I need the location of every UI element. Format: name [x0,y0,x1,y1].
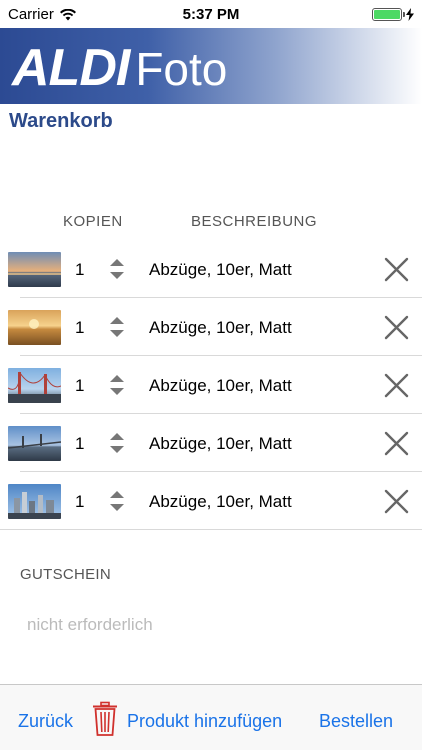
cart-row: 1 Abzüge, 10er, Matt [8,414,422,472]
item-description: Abzüge, 10er, Matt [149,318,292,337]
quantity-stepper-icon[interactable] [108,257,126,281]
photo-thumbnail-bay-bridge[interactable] [8,426,61,461]
photo-thumbnail-city-skyline[interactable] [8,484,61,519]
cart-row: 1 Abzüge, 10er, Matt [8,298,422,356]
aldi-foto-logo: ALDI Foto [12,38,227,98]
item-description: Abzüge, 10er, Matt [149,260,292,279]
remove-item-icon[interactable] [383,372,410,399]
status-bar: Carrier 5:37 PM [0,0,422,28]
item-description: Abzüge, 10er, Matt [149,434,292,453]
battery-indicator [372,8,414,21]
photo-thumbnail-sunset[interactable] [8,252,61,287]
page-title: Warenkorb [9,110,113,132]
quantity-stepper-icon[interactable] [108,431,126,455]
remove-item-icon[interactable] [383,488,410,515]
logo-product: Foto [135,43,228,95]
charging-bolt-icon [406,8,414,21]
cart-row: 1 Abzüge, 10er, Matt [0,472,422,530]
cart-list: 1 Abzüge, 10er, Matt 1 Abzüge, 10er, Mat… [0,240,422,530]
item-description: Abzüge, 10er, Matt [149,376,292,395]
remove-item-icon[interactable] [383,256,410,283]
cart-row: 1 Abzüge, 10er, Matt [8,240,422,298]
quantity-value: 1 [75,434,85,453]
column-header-copies: KOPIEN [63,213,123,230]
column-header-description: BESCHREIBUNG [191,213,318,230]
quantity-value: 1 [75,318,85,337]
voucher-field[interactable]: nicht erforderlich [27,615,153,635]
back-button[interactable]: Zurück [18,711,73,732]
logo-brand: ALDI [12,39,130,97]
quantity-value: 1 [75,376,85,395]
cart-row: 1 Abzüge, 10er, Matt [8,356,422,414]
quantity-stepper-icon[interactable] [108,315,126,339]
quantity-value: 1 [75,492,85,511]
quantity-stepper-icon[interactable] [108,489,126,513]
remove-item-icon[interactable] [383,314,410,341]
order-button[interactable]: Bestellen [319,711,393,732]
bottom-toolbar: Zurück Produkt hinzufügen Bestellen [0,684,422,750]
quantity-stepper-icon[interactable] [108,373,126,397]
battery-icon [372,8,405,21]
remove-item-icon[interactable] [383,430,410,457]
trash-icon[interactable] [91,701,119,737]
photo-thumbnail-golden-sea[interactable] [8,310,61,345]
quantity-value: 1 [75,260,85,279]
status-time: 5:37 PM [182,6,240,23]
photo-thumbnail-golden-gate[interactable] [8,368,61,403]
item-description: Abzüge, 10er, Matt [149,492,292,511]
add-product-button[interactable]: Produkt hinzufügen [127,711,282,732]
voucher-label: GUTSCHEIN [20,566,112,583]
brand-banner: ALDI Foto [0,28,422,104]
